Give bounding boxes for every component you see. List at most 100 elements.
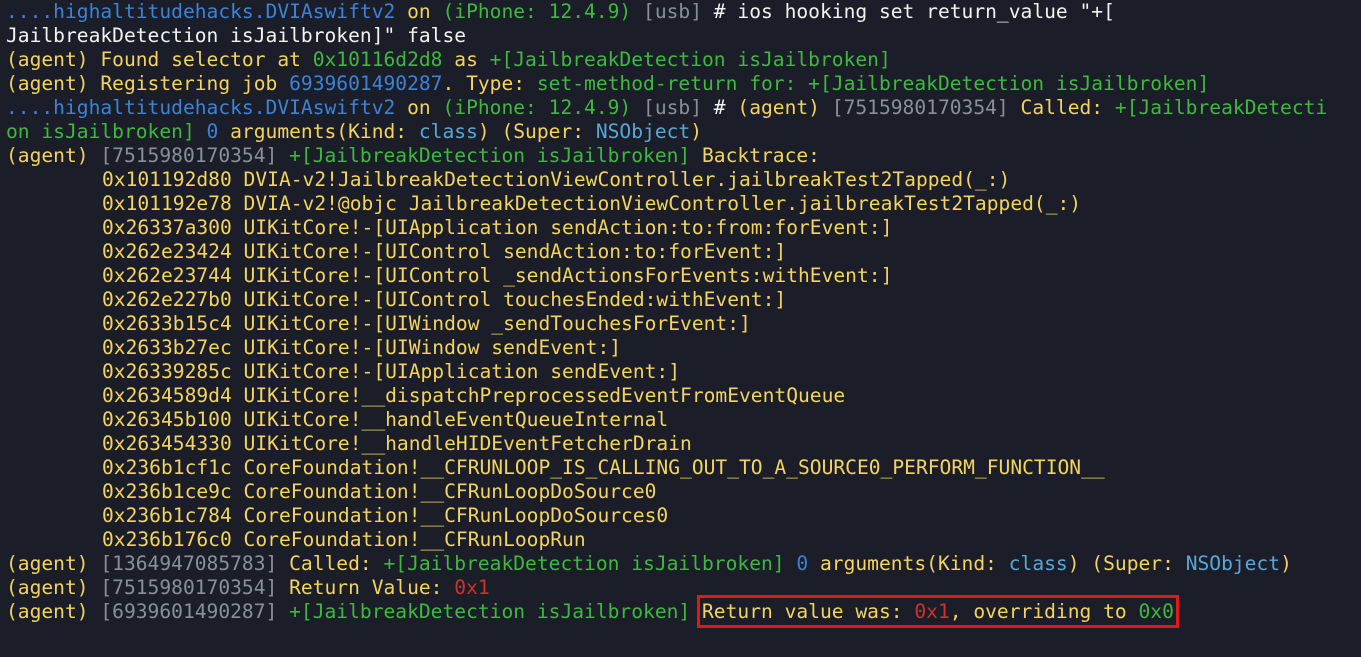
terminal-text: (iPhone: 12.4.9) [442,0,632,23]
terminal-text: . Type: [442,72,537,95]
backtrace-line: 0x262e23424 UIKitCore!-[UIControl sendAc… [6,240,1361,264]
terminal-line: (agent) [7515980170354] +[JailbreakDetec… [6,144,1361,168]
terminal-text: (iPhone: 12.4.9) [442,96,632,119]
terminal-text: 0x2634589d4 UIKitCore!__dispatchPreproce… [102,384,846,407]
terminal-text: 0x0 [1138,600,1174,623]
terminal-text: arguments(Kind: [808,552,1009,575]
terminal-text: 0x26345b100 UIKitCore!__handleEventQueue… [102,408,669,431]
terminal-text: +[JailbreakDetecti [1114,96,1328,119]
terminal-text: (agent) [6,144,101,167]
terminal-text: ....highaltitudehacks.DVIAswiftv2 [6,96,396,119]
terminal-text: # ios hooking set return_value "+[ [702,0,1115,23]
terminal-text: JailbreakDetection isJailbroken]" false [6,24,467,47]
backtrace-line: 0x262e23744 UIKitCore!-[UIControl _sendA… [6,264,1361,288]
backtrace-line: 0x26345b100 UIKitCore!__handleEventQueue… [6,408,1361,432]
backtrace-line: 0x2633b15c4 UIKitCore!-[UIWindow _sendTo… [6,312,1361,336]
terminal-line: (agent) [1364947085783] Called: +[Jailbr… [6,552,1361,576]
backtrace-line: 0x236b1c784 CoreFoundation!__CFRunLoopDo… [6,504,1361,528]
terminal-text: NSObject [595,120,691,143]
terminal-text: (agent) [6,576,101,599]
terminal-text: [7515980170354] [100,144,278,167]
terminal-text: 0x2633b15c4 UIKitCore!-[UIWindow _sendTo… [102,312,751,335]
terminal-text: (agent) Found selector at [6,48,313,71]
terminal-text: 0x263454330 UIKitCore!__handleHIDEventFe… [102,432,692,455]
terminal-text: 0x236b1c784 CoreFoundation!__CFRunLoopDo… [102,504,669,527]
terminal-text: [7515980170354] [831,96,1009,119]
terminal-text: 0x262e23424 UIKitCore!-[UIControl sendAc… [102,240,787,263]
terminal-text: 0 [194,120,219,143]
terminal-text: +[JailbreakDetection isJailbroken] [383,552,785,575]
backtrace-line: 0x2634589d4 UIKitCore!__dispatchPreproce… [6,384,1361,408]
terminal-text: (agent) Registering job [6,72,290,95]
terminal-text: class [1008,552,1068,575]
terminal-text: 0x1 [454,576,490,599]
terminal-text: [usb] [631,0,703,23]
terminal-text: Backtrace: [690,144,820,167]
terminal-text: set-method-return for: +[JailbreakDetect… [536,72,1210,95]
terminal-text: 0x236b176c0 CoreFoundation!__CFRunLoopRu… [102,528,586,551]
terminal-text: Called: [1008,96,1115,119]
terminal-text: on [395,0,443,23]
terminal-text: 0x2633b27ec UIKitCore!-[UIWindow sendEve… [102,336,622,359]
terminal-text: arguments(Kind: [218,120,419,143]
terminal-text: ) [1280,552,1292,575]
terminal-text: [usb] [631,96,703,119]
terminal-text: on isJailbroken] [6,120,195,143]
terminal-text: (agent) [6,600,101,623]
terminal-text: 0x26337a300 UIKitCore!-[UIApplication se… [102,216,893,239]
terminal-line: JailbreakDetection isJailbroken]" false [6,24,1361,48]
terminal-text: +[JailbreakDetection isJailbroken] [277,600,691,623]
terminal-text: NSObject [1185,552,1281,575]
backtrace-line: 0x26339285c UIKitCore!-[UIApplication se… [6,360,1361,384]
terminal-text: [7515980170354] [100,576,278,599]
backtrace-line: 0x262e227b0 UIKitCore!-[UIControl touche… [6,288,1361,312]
terminal-text: ) (Super: [1067,552,1186,575]
terminal-text: 0x262e23744 UIKitCore!-[UIControl _sendA… [102,264,893,287]
terminal-text: ) [690,120,703,143]
backtrace-line: 0x26337a300 UIKitCore!-[UIApplication se… [6,216,1361,240]
terminal-text: as [442,48,490,71]
terminal-text: 0x262e227b0 UIKitCore!-[UIControl touche… [102,288,787,311]
terminal-text: class [418,120,478,143]
backtrace-line: 0x236b1cf1c CoreFoundation!__CFRUNLOOP_I… [6,456,1361,480]
terminal-output[interactable]: ....highaltitudehacks.DVIAswiftv2 on (iP… [0,0,1361,657]
terminal-line: (agent) [6939601490287] +[JailbreakDetec… [6,595,1361,628]
terminal-text: [1364947085783] [100,552,278,575]
terminal-text: 6939601490287 [289,72,443,95]
terminal-text: 0x26339285c UIKitCore!-[UIApplication se… [102,360,681,383]
terminal-text: [6939601490287] [100,600,278,623]
terminal-text: 0x101192d80 DVIA-v2!JailbreakDetectionVi… [102,168,1011,191]
backtrace-line: 0x2633b27ec UIKitCore!-[UIWindow sendEve… [6,336,1361,360]
terminal-text: ) (Super: [477,120,596,143]
terminal-text: , overriding to [949,600,1139,623]
backtrace-line: 0x101192e78 DVIA-v2!@objc JailbreakDetec… [6,192,1361,216]
terminal-line: (agent) Registering job 6939601490287. T… [6,72,1361,96]
terminal-line: ....highaltitudehacks.DVIAswiftv2 on (iP… [6,0,1361,24]
terminal-text: (agent) [737,96,832,119]
terminal-text: 0x236b1cf1c CoreFoundation!__CFRUNLOOP_I… [102,456,1105,479]
highlighted-override-message: Return value was: 0x1, overriding to 0x0 [697,595,1179,628]
terminal-line: (agent) [7515980170354] Return Value: 0x… [6,576,1361,600]
backtrace-line: 0x263454330 UIKitCore!__handleHIDEventFe… [6,432,1361,456]
backtrace-line: 0x236b176c0 CoreFoundation!__CFRunLoopRu… [6,528,1361,552]
terminal-text: +[JailbreakDetection isJailbroken] [277,144,691,167]
terminal-text: 0x1 [914,600,950,623]
terminal-text: +[JailbreakDetection isJailbroken] [489,48,891,71]
terminal-line: (agent) Found selector at 0x10116d2d8 as… [6,48,1361,72]
terminal-line: ....highaltitudehacks.DVIAswiftv2 on (iP… [6,96,1361,120]
terminal-text: (agent) [6,552,101,575]
backtrace-line: 0x236b1ce9c CoreFoundation!__CFRunLoopDo… [6,480,1361,504]
terminal-text: Called: [277,552,384,575]
terminal-text: Return value was: [702,600,915,623]
terminal-text: 0x10116d2d8 [312,48,443,71]
terminal-text: # [702,96,738,119]
terminal-text: on [395,96,443,119]
terminal-text: Return Value: [277,576,455,599]
backtrace-line: 0x101192d80 DVIA-v2!JailbreakDetectionVi… [6,168,1361,192]
terminal-text: 0x101192e78 DVIA-v2!@objc JailbreakDetec… [102,192,1082,215]
terminal-line: on isJailbroken] 0 arguments(Kind: class… [6,120,1361,144]
terminal-text: 0x236b1ce9c CoreFoundation!__CFRunLoopDo… [102,480,657,503]
terminal-text: ....highaltitudehacks.DVIAswiftv2 [6,0,396,23]
terminal-text: 0 [784,552,809,575]
